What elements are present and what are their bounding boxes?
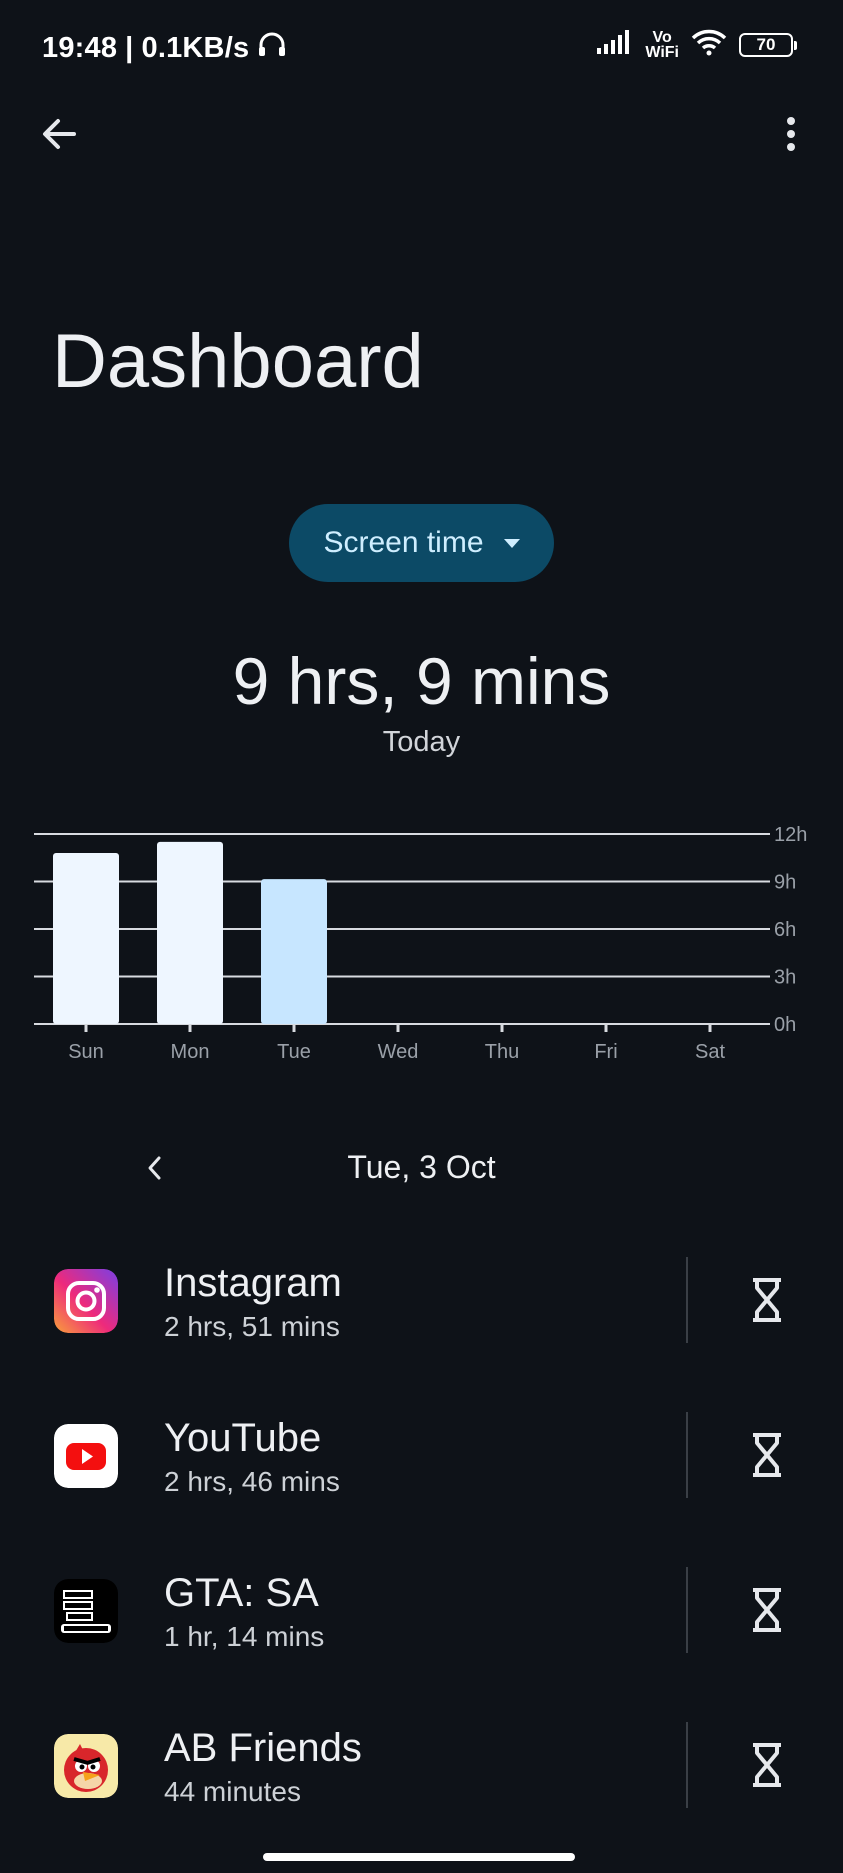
total-screen-time-caption: Today [382, 726, 461, 758]
app-usage: 1 hr, 14 mins [164, 1621, 325, 1652]
total-screen-time: 9 hrs, 9 mins [232, 644, 611, 718]
bar-mon [157, 841, 223, 1024]
app-usage: 2 hrs, 46 mins [164, 1466, 340, 1497]
ab-friends-icon [54, 1734, 118, 1798]
more-vert-icon [787, 117, 795, 151]
more-options-button[interactable] [767, 110, 815, 158]
app-usage: 44 minutes [164, 1776, 301, 1807]
status-separator: | [125, 31, 134, 64]
y-tick-label: 9h [774, 872, 796, 894]
selected-day-label: Tue, 3 Oct [347, 1149, 496, 1185]
youtube-icon [54, 1424, 118, 1488]
app-timer-button[interactable] [740, 1428, 794, 1482]
x-tick-label: Sat [695, 1041, 725, 1063]
back-button[interactable] [36, 110, 84, 158]
app-timer-button[interactable] [740, 1738, 794, 1792]
bar-sun [53, 853, 119, 1024]
row-divider [686, 1567, 688, 1653]
row-divider [686, 1722, 688, 1808]
x-tick-label: Mon [171, 1041, 210, 1063]
clock: 19:48 [42, 31, 118, 64]
x-tick-label: Thu [485, 1041, 519, 1063]
gta-sa-icon [54, 1579, 118, 1643]
vowifi-bottom: WiFi [645, 43, 679, 61]
row-divider [686, 1412, 688, 1498]
headphones-icon [257, 30, 287, 66]
app-name: Instagram [164, 1261, 342, 1305]
app-usage-list: Instagram 2 hrs, 51 mins YouTube 2 hrs, … [0, 1255, 843, 1873]
y-tick-label: 12h [774, 824, 807, 846]
status-left: 19:48 | 0.1KB/s [42, 30, 287, 66]
page-title: Dashboard [52, 319, 424, 404]
x-tick-label: Wed [378, 1041, 419, 1063]
instagram-icon [54, 1269, 118, 1333]
x-tick-label: Fri [594, 1041, 617, 1063]
arrow-back-icon [43, 119, 76, 149]
chevron-down-icon [503, 538, 520, 548]
app-usage: 2 hrs, 51 mins [164, 1311, 340, 1342]
home-indicator[interactable] [263, 1853, 575, 1861]
battery-indicator: 70 [739, 32, 797, 57]
metric-dropdown-label: Screen time [323, 526, 484, 559]
app-timer-button[interactable] [740, 1273, 794, 1327]
app-timer-button[interactable] [740, 1583, 794, 1637]
hourglass-icon [753, 1278, 781, 1322]
y-tick-label: 0h [774, 1014, 796, 1036]
screen-time-chart: 0h 3h 6h 9h 12h Sun Mon Tue Wed Thu Fri Sat [34, 824, 807, 1063]
signal-icon [597, 30, 633, 59]
app-row-ab-friends[interactable]: AB Friends 44 minutes [0, 1720, 843, 1873]
top-app-bar [0, 100, 843, 166]
y-tick-label: 3h [774, 967, 796, 989]
day-navigator: Tue, 3 Oct [0, 1135, 843, 1201]
y-tick-label: 6h [774, 919, 796, 941]
network-speed: 0.1KB/s [141, 31, 250, 64]
hourglass-icon [753, 1588, 781, 1632]
x-tick-label: Tue [277, 1041, 311, 1063]
row-divider [686, 1257, 688, 1343]
app-row-youtube[interactable]: YouTube 2 hrs, 46 mins [0, 1410, 843, 1565]
hourglass-icon [753, 1743, 781, 1787]
app-name: GTA: SA [164, 1571, 319, 1615]
app-name: YouTube [164, 1416, 322, 1460]
hourglass-icon [753, 1433, 781, 1477]
metric-dropdown[interactable]: Screen time [289, 504, 554, 582]
app-row-instagram[interactable]: Instagram 2 hrs, 51 mins [0, 1255, 843, 1410]
app-name: AB Friends [164, 1726, 362, 1770]
wifi-icon [691, 28, 727, 61]
status-bar: 19:48 | 0.1KB/s Vo WiFi 70 [0, 0, 843, 96]
bar-tue [261, 879, 327, 1024]
status-right: Vo WiFi 70 [597, 28, 797, 61]
app-row-gta-sa[interactable]: GTA: SA 1 hr, 14 mins [0, 1565, 843, 1720]
x-tick-label: Sun [68, 1041, 104, 1063]
vowifi-indicator: Vo WiFi [645, 29, 679, 61]
